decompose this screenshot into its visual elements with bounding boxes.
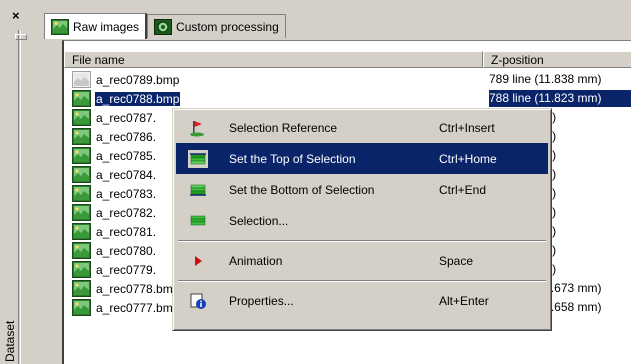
menu-item-selection-reference[interactable]: Selection Reference Ctrl+Insert bbox=[176, 112, 548, 143]
dock-strip: × Dataset bbox=[0, 0, 36, 364]
file-name: a_rec0782. bbox=[96, 205, 157, 220]
image-file-icon bbox=[72, 166, 91, 183]
list-item[interactable]: a_rec0789.bmp 789 line (11.838 mm) bbox=[64, 70, 631, 89]
close-icon[interactable]: × bbox=[12, 9, 20, 22]
tab-label: Raw images bbox=[73, 19, 140, 34]
menu-item-label: Animation bbox=[229, 253, 283, 268]
image-file-icon bbox=[72, 299, 91, 316]
menu-separator bbox=[176, 276, 548, 285]
menu-item-set-top-of-selection[interactable]: Set the Top of Selection Ctrl+Home bbox=[176, 143, 548, 174]
file-name: a_rec0783. bbox=[96, 186, 157, 201]
image-file-icon bbox=[72, 261, 91, 278]
menu-item-set-bottom-of-selection[interactable]: Set the Bottom of Selection Ctrl+End bbox=[176, 174, 548, 205]
raw-images-icon bbox=[51, 18, 69, 35]
image-file-icon bbox=[72, 204, 91, 221]
tab-label: Custom processing bbox=[176, 19, 279, 34]
list-header: File name Z-position bbox=[64, 51, 631, 68]
custom-processing-icon bbox=[154, 18, 173, 35]
selection-icon bbox=[190, 215, 206, 225]
menu-item-label: Set the Bottom of Selection bbox=[229, 182, 375, 197]
file-name: a_rec0785. bbox=[96, 148, 157, 163]
menu-item-shortcut: Ctrl+End bbox=[439, 182, 487, 197]
image-file-icon bbox=[72, 128, 91, 145]
selection-bottom-icon bbox=[190, 184, 206, 196]
menu-item-shortcut: Space bbox=[439, 253, 474, 268]
tab-strip: Raw images Custom processing bbox=[44, 13, 286, 40]
image-file-icon bbox=[72, 109, 91, 126]
file-name: a_rec0786. bbox=[96, 129, 157, 144]
menu-item-label: Selection... bbox=[229, 213, 289, 228]
file-name: a_rec0781. bbox=[96, 224, 157, 239]
column-header-z-position[interactable]: Z-position bbox=[483, 51, 631, 68]
menu-item-shortcut: Ctrl+Home bbox=[439, 151, 497, 166]
tab-raw-images[interactable]: Raw images bbox=[44, 13, 148, 39]
image-file-icon bbox=[72, 147, 91, 164]
file-name: a_rec0789.bmp bbox=[96, 72, 180, 87]
menu-item-label: Selection Reference bbox=[229, 120, 338, 135]
image-file-icon bbox=[72, 71, 91, 88]
column-header-file-name[interactable]: File name bbox=[64, 51, 483, 68]
menu-separator bbox=[176, 236, 548, 245]
dock-grip[interactable] bbox=[18, 30, 21, 364]
tab-custom-processing[interactable]: Custom processing bbox=[147, 14, 286, 38]
image-file-icon bbox=[72, 223, 91, 240]
file-name: a_rec0780. bbox=[96, 243, 157, 258]
file-name: a_rec0787. bbox=[96, 110, 157, 125]
menu-item-properties[interactable]: Properties... Alt+Enter bbox=[176, 285, 548, 316]
image-file-icon bbox=[72, 242, 91, 259]
menu-item-label: Properties... bbox=[229, 293, 294, 308]
z-position: 788 line (11.823 mm) bbox=[489, 90, 631, 107]
play-icon bbox=[195, 255, 202, 266]
image-file-icon bbox=[72, 280, 91, 297]
file-name: a_rec0784. bbox=[96, 167, 157, 182]
menu-item-animation[interactable]: Animation Space bbox=[176, 245, 548, 276]
menu-item-label: Set the Top of Selection bbox=[229, 151, 356, 166]
file-name: a_rec0788.bmp bbox=[93, 90, 182, 107]
flag-icon bbox=[190, 120, 204, 136]
context-menu: Selection Reference Ctrl+Insert Set the … bbox=[172, 108, 552, 331]
image-file-icon bbox=[72, 90, 91, 107]
dock-handle[interactable] bbox=[15, 34, 27, 40]
dataset-label: Dataset bbox=[3, 320, 17, 362]
properties-icon bbox=[190, 293, 206, 309]
menu-item-selection[interactable]: Selection... bbox=[176, 205, 548, 236]
file-name: a_rec0779. bbox=[96, 262, 157, 277]
list-item[interactable]: a_rec0788.bmp 788 line (11.823 mm) bbox=[64, 89, 631, 108]
menu-item-shortcut: Ctrl+Insert bbox=[439, 120, 495, 135]
dock-label: Dataset bbox=[2, 308, 17, 362]
file-name: a_rec0778.bmp bbox=[96, 281, 180, 296]
image-file-icon bbox=[72, 185, 91, 202]
z-position: 789 line (11.838 mm) bbox=[489, 72, 602, 86]
menu-item-shortcut: Alt+Enter bbox=[439, 293, 489, 308]
selection-top-icon bbox=[188, 149, 208, 168]
file-name: a_rec0777.bmp bbox=[96, 300, 180, 315]
